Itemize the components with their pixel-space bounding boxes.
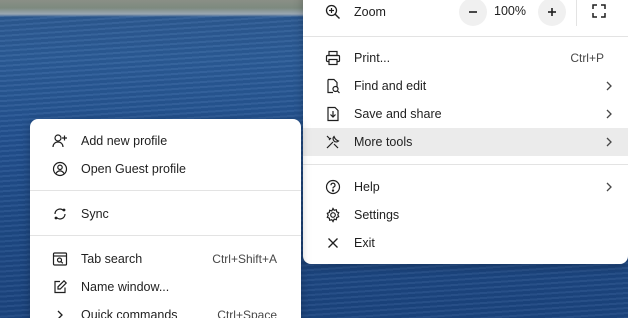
pencil-icon [52,279,68,295]
profile-submenu: Add new profile Open Guest profile Sync … [30,119,301,318]
fullscreen-button[interactable] [592,4,606,18]
menu-item-label: Settings [354,208,400,222]
menu-item-find-and-edit[interactable]: Find and edit [303,72,628,100]
menu-item-label: Save and share [354,107,442,121]
zoom-value: 100% [494,4,526,18]
browser-main-menu: Zoom 100% Print... Ctrl+P Find and edit … [303,0,628,264]
menu-item-more-tools[interactable]: More tools [303,128,628,156]
submenu-item-name-window[interactable]: Name window... [30,273,301,301]
menu-item-label: Help [354,180,380,194]
find-icon [325,78,341,94]
menu-separator [30,190,301,191]
plus-icon [548,8,556,16]
chevron-right-icon [606,182,612,192]
submenu-item-open-guest-profile[interactable]: Open Guest profile [30,155,301,183]
zoom-in-button[interactable] [538,0,566,26]
zoom-divider [576,0,577,26]
submenu-item-quick-commands[interactable]: Quick commands Ctrl+Space [30,301,301,318]
menu-item-label: Exit [354,236,375,250]
minus-icon [469,11,477,13]
tools-icon [325,134,341,150]
zoom-row: Zoom 100% [303,0,628,26]
menu-item-label: More tools [354,135,413,149]
submenu-item-label: Add new profile [81,134,168,148]
submenu-item-tab-search[interactable]: Tab search Ctrl+Shift+A [30,245,301,273]
submenu-item-label: Quick commands [81,308,178,318]
submenu-item-shortcut: Ctrl+Shift+A [212,252,277,266]
save-icon [325,106,341,122]
chevron-right-icon [606,109,612,119]
menu-separator [30,235,301,236]
submenu-item-label: Open Guest profile [81,162,186,176]
submenu-item-label: Name window... [81,280,170,294]
printer-icon [325,50,341,66]
gear-icon [325,207,341,223]
menu-separator [303,164,628,165]
menu-item-exit[interactable]: Exit [303,229,628,257]
submenu-item-label: Sync [81,207,109,221]
menu-item-label: Find and edit [354,79,427,93]
zoom-label: Zoom [354,5,386,19]
zoom-icon [325,4,341,20]
submenu-item-add-new-profile[interactable]: Add new profile [30,127,301,155]
add-person-icon [52,133,68,149]
zoom-out-button[interactable] [459,0,487,26]
fullscreen-icon [592,4,606,18]
chevron-right-icon [606,137,612,147]
submenu-item-sync[interactable]: Sync [30,200,301,228]
menu-item-shortcut: Ctrl+P [570,51,604,65]
menu-item-print[interactable]: Print... Ctrl+P [303,44,628,72]
shoreline [0,0,330,17]
sync-icon [52,206,68,222]
menu-item-label: Print... [354,51,391,65]
tab-search-icon [52,251,68,267]
help-icon [325,179,341,195]
menu-item-save-and-share[interactable]: Save and share [303,100,628,128]
chevron-right-icon [52,307,68,318]
guest-profile-icon [52,161,68,177]
submenu-item-shortcut: Ctrl+Space [217,308,277,318]
menu-separator [303,36,628,37]
close-icon [325,235,341,251]
menu-item-settings[interactable]: Settings [303,201,628,229]
chevron-right-icon [606,81,612,91]
menu-item-help[interactable]: Help [303,173,628,201]
submenu-item-label: Tab search [81,252,143,266]
